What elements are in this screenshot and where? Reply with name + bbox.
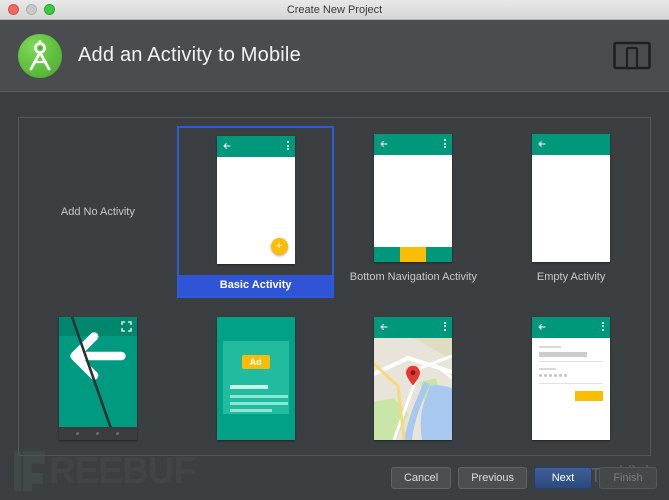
phone-mock-ad: Ad bbox=[216, 316, 295, 440]
ad-content-panel: Ad bbox=[222, 340, 289, 414]
activity-card-basic[interactable]: + Basic Activity bbox=[177, 118, 335, 305]
window-title: Create New Project bbox=[286, 3, 383, 16]
activity-label: Empty Activity bbox=[536, 271, 606, 283]
wizard-footer: Cancel Previous Next Finish bbox=[0, 456, 669, 500]
field-underline bbox=[539, 360, 604, 362]
bottom-navigation-bar bbox=[374, 247, 453, 262]
activity-card-no-activity[interactable]: Add No Activity bbox=[19, 118, 177, 305]
activity-card-fullscreen[interactable] bbox=[19, 305, 177, 456]
app-bar bbox=[216, 136, 295, 157]
previous-button[interactable]: Previous bbox=[458, 467, 527, 489]
window-titlebar: Create New Project bbox=[0, 0, 669, 20]
phone-mock-bottom-navigation bbox=[374, 134, 453, 262]
activity-label: Bottom Navigation Activity bbox=[349, 271, 477, 283]
nav-item bbox=[374, 247, 401, 262]
device-preview-icon bbox=[613, 41, 651, 71]
phone-mock-empty bbox=[532, 134, 611, 262]
activity-thumb-ad[interactable]: Ad bbox=[177, 309, 334, 449]
activity-grid-panel: Add No Activity + Basic Activity Bottom … bbox=[18, 117, 651, 456]
activity-card-ad[interactable]: Ad bbox=[177, 305, 335, 456]
nav-item bbox=[426, 247, 453, 262]
sign-in-button bbox=[575, 390, 604, 401]
phone-mock-fullscreen bbox=[58, 316, 137, 440]
activity-grid: Add No Activity + Basic Activity Bottom … bbox=[19, 118, 650, 455]
android-studio-icon bbox=[18, 33, 62, 78]
activity-thumb-login[interactable] bbox=[493, 309, 650, 449]
activity-card-bottom-navigation[interactable]: Bottom Navigation Activity bbox=[335, 118, 493, 305]
system-nav-bar bbox=[58, 426, 137, 440]
back-arrow-icon bbox=[538, 323, 546, 330]
overflow-menu-icon bbox=[602, 321, 605, 331]
next-button[interactable]: Next bbox=[534, 467, 592, 489]
activity-card-login[interactable] bbox=[492, 305, 650, 456]
email-label bbox=[539, 345, 562, 348]
phone-mock-maps bbox=[374, 316, 453, 440]
ad-badge: Ad bbox=[241, 354, 270, 369]
app-bar bbox=[374, 134, 453, 155]
wizard-header: Add an Activity to Mobile bbox=[0, 20, 669, 92]
overflow-menu-icon bbox=[444, 321, 447, 331]
activity-thumb-fullscreen[interactable] bbox=[19, 309, 176, 449]
diagonal-decoration bbox=[70, 316, 117, 440]
content-area bbox=[532, 155, 611, 262]
app-bar bbox=[532, 134, 611, 155]
password-label bbox=[539, 367, 557, 370]
login-form-preview bbox=[532, 337, 611, 440]
page-title: Add an Activity to Mobile bbox=[78, 44, 301, 66]
back-arrow-icon bbox=[380, 140, 388, 148]
nav-dot bbox=[76, 431, 80, 435]
back-arrow-icon bbox=[223, 142, 231, 150]
nav-dot bbox=[96, 431, 100, 435]
map-pin-icon bbox=[406, 366, 421, 386]
map-preview bbox=[374, 337, 453, 440]
activity-label: Basic Activity bbox=[179, 275, 333, 296]
phone-mock-basic: + bbox=[216, 136, 295, 264]
activity-gallery: Add No Activity + Basic Activity Bottom … bbox=[0, 93, 669, 456]
activity-thumb-empty[interactable]: Empty Activity bbox=[493, 126, 650, 283]
app-bar bbox=[374, 316, 453, 338]
activity-thumb-basic[interactable]: + Basic Activity bbox=[177, 126, 335, 298]
overflow-menu-icon bbox=[444, 139, 447, 148]
overflow-menu-icon bbox=[286, 141, 289, 150]
app-bar bbox=[532, 316, 611, 338]
nav-dot bbox=[116, 431, 120, 435]
finish-button: Finish bbox=[599, 467, 657, 489]
field-underline bbox=[539, 382, 604, 384]
nav-item-active bbox=[400, 247, 427, 262]
password-field bbox=[539, 373, 568, 377]
content-area bbox=[374, 155, 453, 262]
back-arrow-icon bbox=[538, 140, 546, 148]
activity-card-maps[interactable] bbox=[335, 305, 493, 456]
back-arrow-icon bbox=[380, 323, 388, 330]
phone-mock-login bbox=[532, 316, 611, 440]
no-activity-label: Add No Activity bbox=[60, 206, 135, 218]
floating-action-button-icon: + bbox=[270, 238, 288, 255]
cancel-button[interactable]: Cancel bbox=[390, 467, 452, 489]
activity-card-empty[interactable]: Empty Activity bbox=[492, 118, 650, 305]
activity-thumb-bottom-navigation[interactable]: Bottom Navigation Activity bbox=[335, 126, 492, 283]
email-field bbox=[539, 351, 588, 357]
activity-thumb-maps[interactable] bbox=[335, 309, 492, 449]
